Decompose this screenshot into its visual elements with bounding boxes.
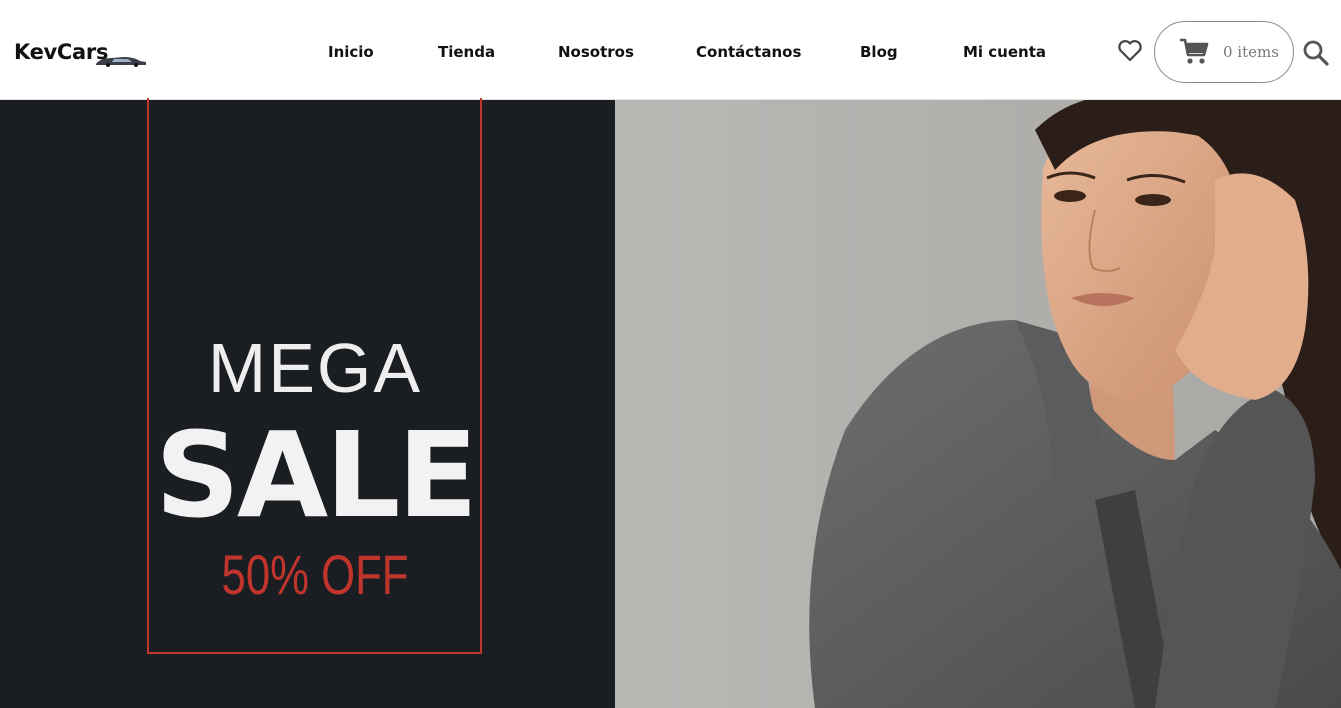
nav-item-blog[interactable]: Blog bbox=[860, 40, 898, 64]
cart-button[interactable]: 0 items bbox=[1154, 21, 1294, 83]
hero-banner: MEGA SALE 50% OFF bbox=[0, 98, 615, 708]
hero-discount-text: 50% OFF bbox=[221, 543, 409, 606]
cart-item-count: 0 items bbox=[1223, 43, 1279, 61]
hero-image bbox=[615, 100, 1341, 708]
site-header: KevCars Inicio Tienda Nosotros Contáctan… bbox=[0, 0, 1341, 100]
nav-item-tienda[interactable]: Tienda bbox=[438, 40, 495, 64]
nav-item-nosotros[interactable]: Nosotros bbox=[558, 40, 634, 64]
logo[interactable]: KevCars bbox=[14, 34, 146, 70]
nav-item-contactanos[interactable]: Contáctanos bbox=[696, 40, 801, 64]
heart-icon[interactable] bbox=[1117, 39, 1143, 63]
hero-mega-text: MEGA bbox=[207, 329, 423, 407]
logo-car-icon bbox=[96, 57, 146, 67]
woman-in-gray-blazer-photo bbox=[615, 100, 1341, 708]
cart-icon bbox=[1180, 38, 1209, 64]
nav-item-inicio[interactable]: Inicio bbox=[328, 40, 374, 64]
hero-sale-text: SALE bbox=[154, 406, 478, 544]
nav-item-mi-cuenta[interactable]: Mi cuenta bbox=[963, 40, 1046, 64]
search-icon[interactable] bbox=[1302, 39, 1330, 67]
